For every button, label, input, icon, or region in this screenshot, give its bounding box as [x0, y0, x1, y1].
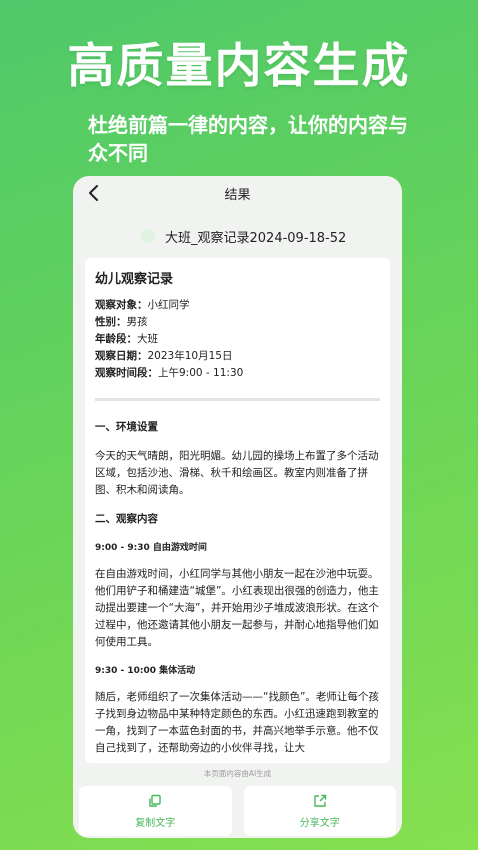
period-title: 9:00 - 9:30 自由游戏时间 — [95, 543, 207, 553]
period-paragraph: 在自由游戏时间，小红同学与其他小朋友一起在沙池中玩耍。他们用铲子和桶建造“城堡”… — [95, 568, 379, 648]
nav-bar: 结果 — [73, 176, 402, 210]
nav-title: 结果 — [224, 188, 251, 203]
divider — [95, 398, 380, 401]
share-icon — [314, 794, 326, 807]
meta-key: 年龄段 — [95, 333, 127, 345]
file-status-icon — [141, 229, 155, 243]
meta-row: 年龄段：大班 — [95, 333, 158, 345]
meta-value: 小红同学 — [147, 299, 190, 311]
ai-generated-note: 本页面内容由AI生成 — [203, 769, 272, 778]
action-bar: 复制文字 分享文字 — [79, 786, 396, 836]
copy-icon — [149, 794, 161, 807]
phone-screen: 结果 大班_观察记录2024-09-18-52 幼儿观察记录 观察对象：小红同学… — [73, 176, 402, 838]
meta-value: 男孩 — [126, 316, 148, 328]
meta-key: 观察日期 — [95, 350, 137, 362]
meta-key: 观察对象 — [95, 299, 137, 311]
share-text-button[interactable]: 分享文字 — [243, 786, 396, 836]
meta-row: 性别：男孩 — [95, 316, 148, 328]
copy-text-label: 复制文字 — [135, 817, 176, 829]
result-card[interactable]: 幼儿观察记录 观察对象：小红同学 性别：男孩 年龄段：大班 观察日期：2023年… — [85, 258, 390, 763]
section-title: 一、环境设置 — [95, 421, 158, 433]
section-title: 二、观察内容 — [95, 513, 158, 525]
doc-title: 幼儿观察记录 — [95, 272, 174, 287]
meta-value: 上午9:00 - 11:30 — [158, 367, 244, 379]
share-text-label: 分享文字 — [299, 817, 340, 829]
period-paragraph: 随后，老师组织了一次集体活动——“找颜色”。老师让每个孩子找到身边物品中某种特定… — [95, 691, 379, 754]
meta-value: 2023年10月15日 — [147, 350, 233, 362]
meta-key: 观察时间段 — [95, 367, 148, 379]
promo-subline: 杜绝前篇一律的内容，让你的内容与众不同 — [88, 113, 408, 165]
meta-key: 性别 — [95, 316, 116, 328]
copy-text-button[interactable]: 复制文字 — [79, 786, 232, 836]
section-paragraph: 今天的天气晴朗，阳光明媚。幼儿园的操场上布置了多个活动区域，包括沙池、滑梯、秋千… — [95, 450, 379, 496]
file-name: 大班_观察记录2024-09-18-52 — [165, 230, 347, 246]
meta-value: 大班 — [137, 333, 158, 345]
meta-row: 观察日期：2023年10月15日 — [95, 350, 233, 362]
period-title: 9:30 - 10:00 集体活动 — [95, 666, 196, 676]
meta-row: 观察对象：小红同学 — [95, 299, 190, 311]
meta-row: 观察时间段：上午9:00 - 11:30 — [95, 367, 244, 379]
promo-headline: 高质量内容生成 — [67, 39, 411, 94]
file-row: 大班_观察记录2024-09-18-52 — [141, 226, 346, 246]
